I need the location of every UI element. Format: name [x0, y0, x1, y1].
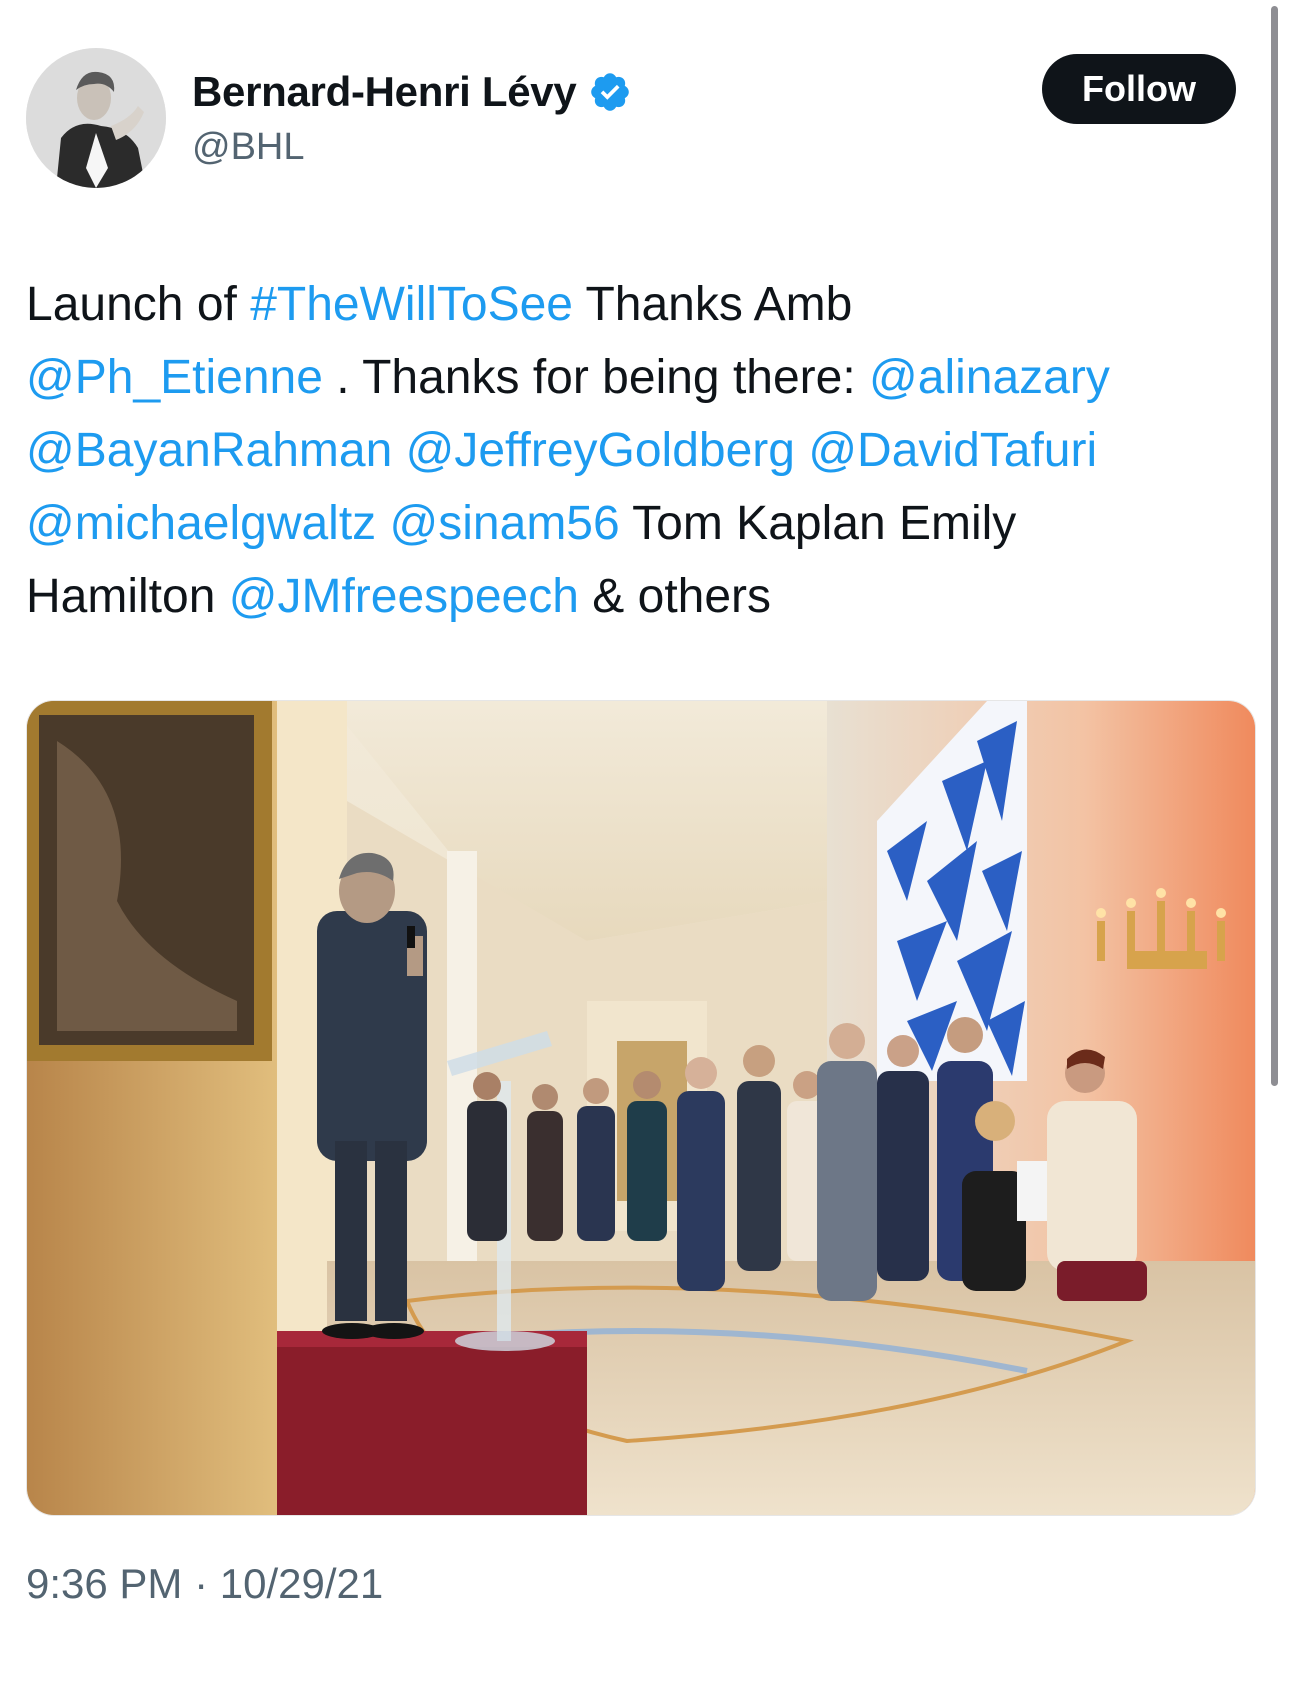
tweet-header: Bernard-Henri Lévy @BHL Follow	[26, 48, 1236, 188]
tweet-line: Launch of #TheWillToSee Thanks Amb	[26, 268, 1246, 341]
tweet-line: Hamilton @JMfreespeech & others	[26, 560, 1246, 633]
mention-link[interactable]: @BayanRahman	[26, 424, 392, 477]
profile-photo-icon	[26, 48, 166, 188]
tweet-text-segment	[392, 424, 405, 477]
tweet-text-segment: Launch of	[26, 278, 251, 331]
tweet-text-segment	[795, 424, 808, 477]
author-display-name[interactable]: Bernard-Henri Lévy	[192, 68, 577, 116]
tweet-text-segment: & others	[578, 570, 772, 623]
tweet-line: @BayanRahman @JeffreyGoldberg @DavidTafu…	[26, 414, 1246, 487]
tweet-text-segment: Tom Kaplan Emily	[619, 497, 1017, 550]
mention-link[interactable]: @JeffreyGoldberg	[406, 424, 795, 477]
mention-link[interactable]: @michaelgwaltz	[26, 497, 376, 550]
tweet-photo[interactable]	[26, 700, 1256, 1516]
tweet-timestamp[interactable]: 9:36 PM · 10/29/21	[26, 1560, 383, 1608]
tweet-text-segment: Thanks Amb	[573, 278, 853, 331]
avatar[interactable]	[26, 48, 166, 188]
tweet-text-segment: Hamilton	[26, 570, 229, 623]
hashtag-link[interactable]: #TheWillToSee	[250, 278, 573, 331]
tweet-text: Launch of #TheWillToSee Thanks Amb @Ph_E…	[26, 268, 1246, 633]
mention-link[interactable]: @JMfreespeech	[229, 570, 579, 623]
event-photo-image	[27, 701, 1255, 1515]
author-handle[interactable]: @BHL	[192, 126, 632, 169]
verified-badge-icon[interactable]	[588, 70, 632, 114]
tweet-text-segment: . Thanks for being there:	[322, 351, 870, 404]
tweet-text-segment	[376, 497, 389, 550]
mention-link[interactable]: @Ph_Etienne	[26, 351, 323, 404]
tweet-line: @michaelgwaltz @sinam56 Tom Kaplan Emily	[26, 487, 1246, 560]
mention-link[interactable]: @sinam56	[390, 497, 620, 550]
mention-link[interactable]: @DavidTafuri	[808, 424, 1097, 477]
mention-link[interactable]: @alinazary	[869, 351, 1110, 404]
scrollbar[interactable]	[1271, 6, 1278, 1086]
follow-button[interactable]: Follow	[1042, 54, 1236, 124]
tweet-line: @Ph_Etienne . Thanks for being there: @a…	[26, 341, 1246, 414]
